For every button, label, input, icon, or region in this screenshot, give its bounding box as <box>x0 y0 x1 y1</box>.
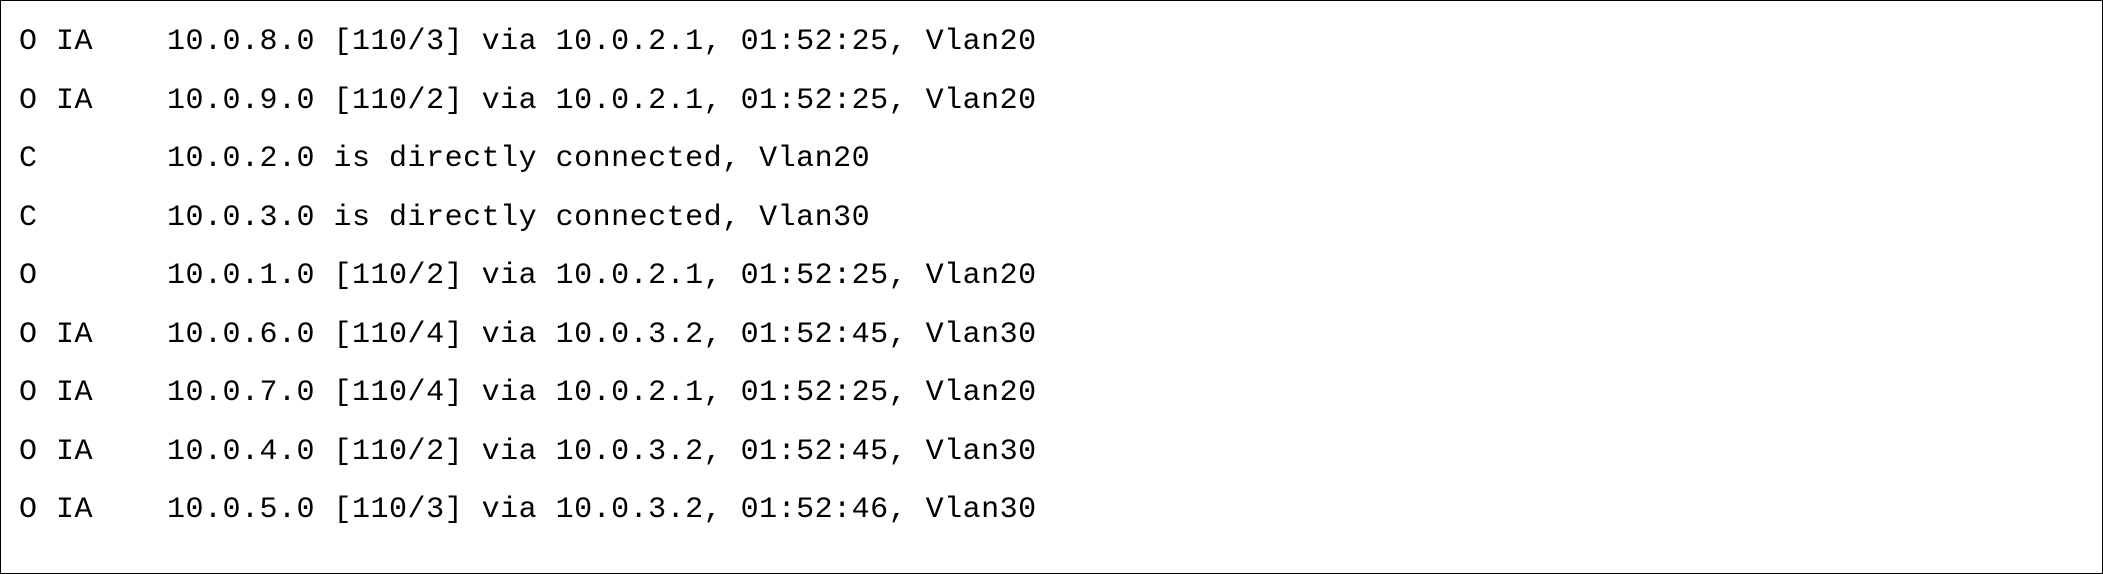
route-entry: O IA 10.0.4.0 [110/2] via 10.0.3.2, 01:5… <box>19 423 2084 482</box>
route-entry: C 10.0.2.0 is directly connected, Vlan20 <box>19 130 2084 189</box>
route-entry: C 10.0.3.0 is directly connected, Vlan30 <box>19 189 2084 248</box>
route-entry: O IA 10.0.7.0 [110/4] via 10.0.2.1, 01:5… <box>19 364 2084 423</box>
route-entry: O IA 10.0.5.0 [110/3] via 10.0.3.2, 01:5… <box>19 481 2084 540</box>
route-entry: O 10.0.1.0 [110/2] via 10.0.2.1, 01:52:2… <box>19 247 2084 306</box>
route-entry: O IA 10.0.8.0 [110/3] via 10.0.2.1, 01:5… <box>19 13 2084 72</box>
route-entry: O IA 10.0.9.0 [110/2] via 10.0.2.1, 01:5… <box>19 72 2084 131</box>
route-entry: O IA 10.0.6.0 [110/4] via 10.0.3.2, 01:5… <box>19 306 2084 365</box>
routing-table: O IA 10.0.8.0 [110/3] via 10.0.2.1, 01:5… <box>0 0 2103 574</box>
